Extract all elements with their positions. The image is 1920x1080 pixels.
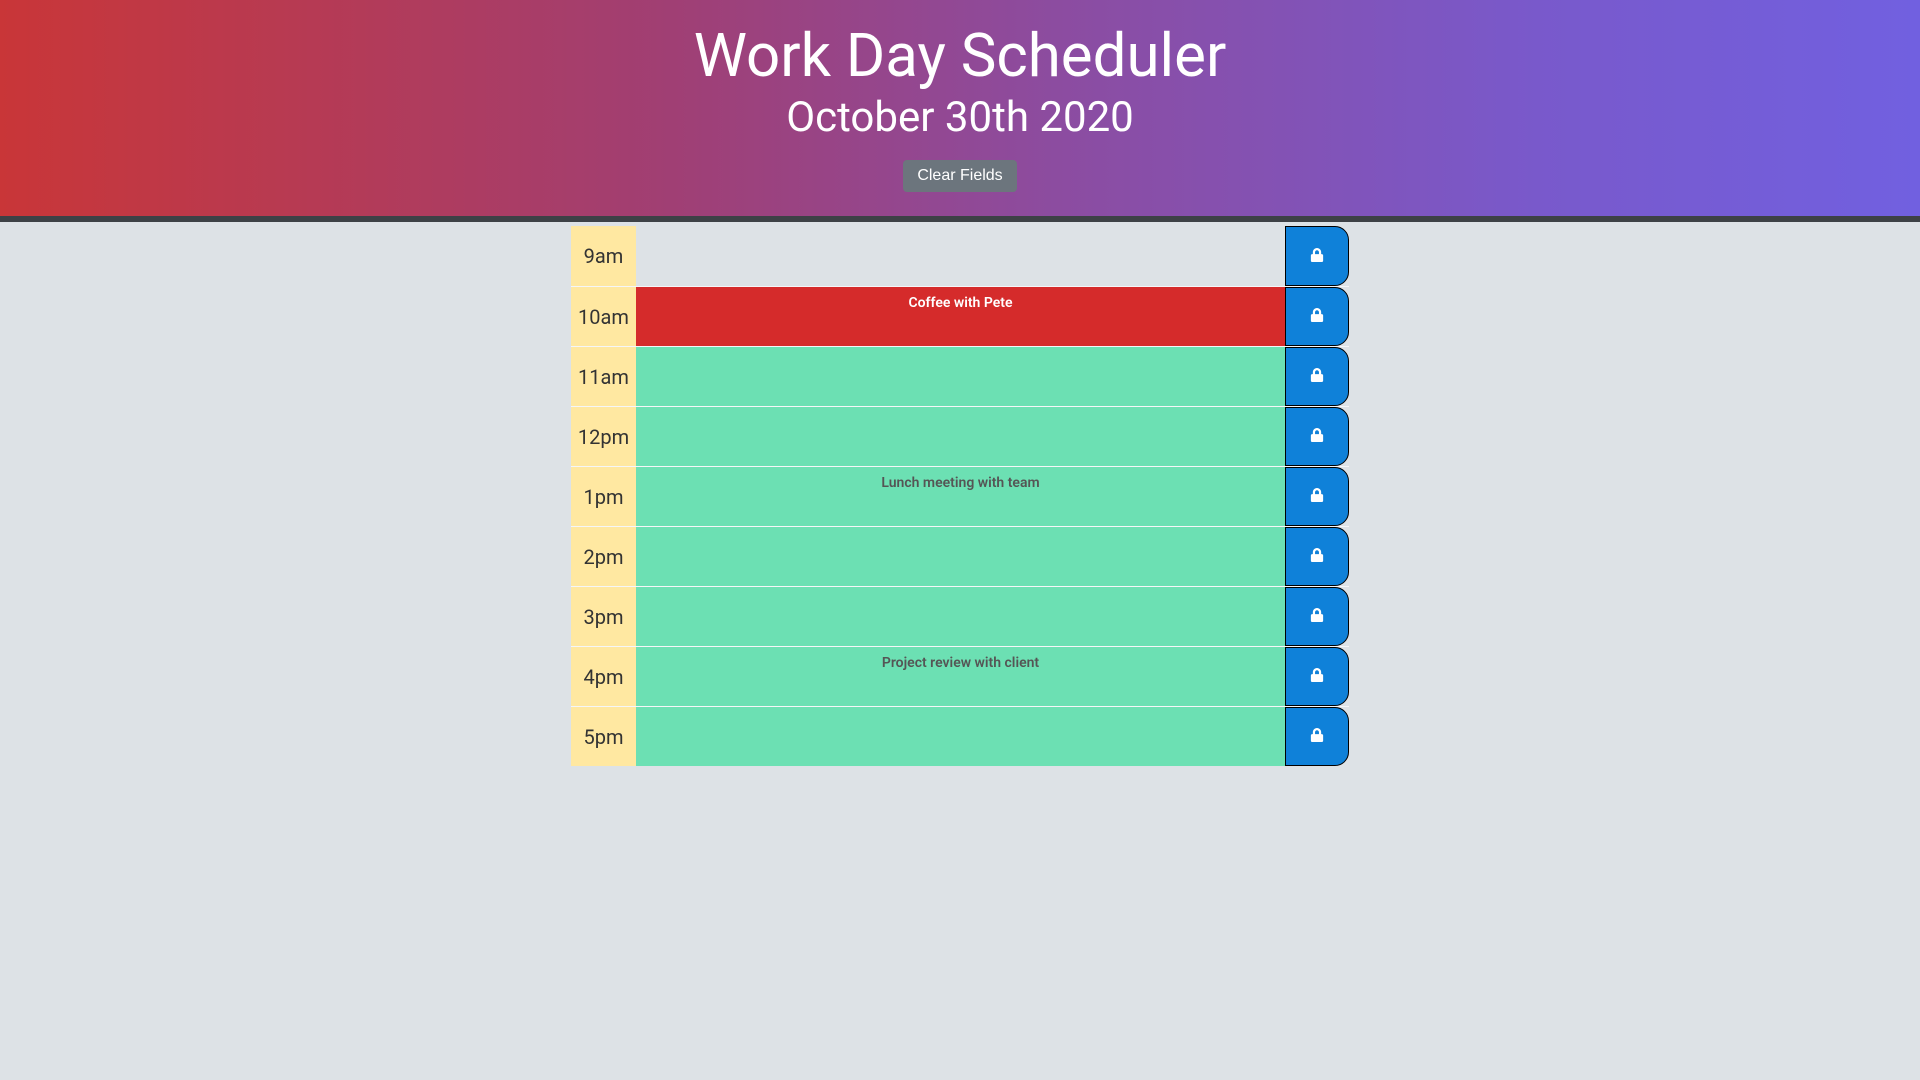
save-button[interactable] [1285,226,1349,286]
event-input[interactable] [636,467,1285,526]
hour-label: 3pm [571,587,636,646]
hour-label: 5pm [571,707,636,766]
lock-icon [1310,248,1324,265]
hour-label: 1pm [571,467,636,526]
lock-icon [1310,728,1324,745]
event-input[interactable] [636,226,1285,286]
lock-icon [1310,428,1324,445]
save-button[interactable] [1285,407,1349,466]
time-row: 5pm [571,706,1349,766]
lock-icon [1310,368,1324,385]
save-button[interactable] [1285,287,1349,346]
time-row: 1pm [571,466,1349,526]
time-row: 10am [571,286,1349,346]
event-input[interactable] [636,347,1285,406]
time-row: 9am [571,226,1349,286]
current-date: October 30th 2020 [0,93,1920,142]
event-input[interactable] [636,527,1285,586]
event-input[interactable] [636,407,1285,466]
lock-icon [1310,308,1324,325]
hour-label: 12pm [571,407,636,466]
hour-label: 9am [571,226,636,286]
page-title: Work Day Scheduler [0,20,1920,91]
time-row: 2pm [571,526,1349,586]
event-input[interactable] [636,587,1285,646]
time-row: 12pm [571,406,1349,466]
time-row: 11am [571,346,1349,406]
lock-icon [1310,548,1324,565]
save-button[interactable] [1285,467,1349,526]
clear-fields-button[interactable]: Clear Fields [903,160,1016,192]
schedule-container: 9am10am11am12pm1pm2pm3pm4pm5pm [571,226,1349,766]
hour-label: 10am [571,287,636,346]
save-button[interactable] [1285,647,1349,706]
save-button[interactable] [1285,707,1349,766]
lock-icon [1310,668,1324,685]
event-input[interactable] [636,707,1285,766]
time-row: 4pm [571,646,1349,706]
hour-label: 11am [571,347,636,406]
app-header: Work Day Scheduler October 30th 2020 Cle… [0,0,1920,222]
hour-label: 4pm [571,647,636,706]
time-row: 3pm [571,586,1349,646]
save-button[interactable] [1285,587,1349,646]
hour-label: 2pm [571,527,636,586]
event-input[interactable] [636,287,1285,346]
save-button[interactable] [1285,347,1349,406]
save-button[interactable] [1285,527,1349,586]
lock-icon [1310,608,1324,625]
event-input[interactable] [636,647,1285,706]
lock-icon [1310,488,1324,505]
